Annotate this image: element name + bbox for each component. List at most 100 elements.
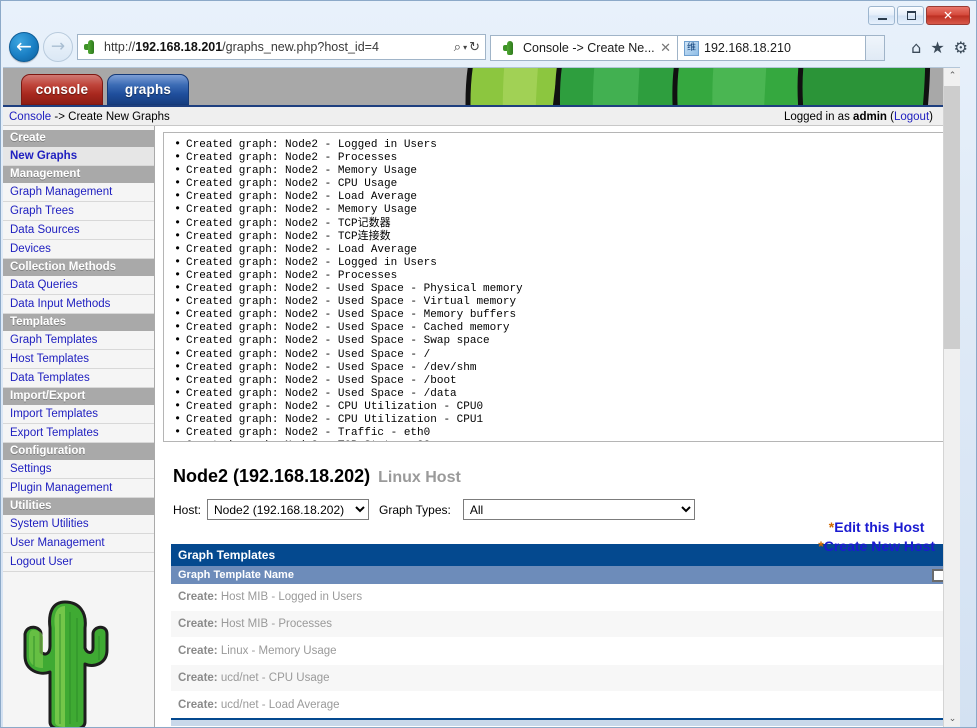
page-viewport: console graphs Console -> Create New Gra… <box>3 67 960 727</box>
table-row[interactable]: Create: ucd/net - CPU Usage <box>171 664 953 692</box>
browser-tab-console[interactable]: Console -> Create Ne... ✕ <box>490 35 678 61</box>
graph-template-name: ucd/net - CPU Usage <box>220 672 330 684</box>
list-item: Created graph: Node2 - Memory Usage <box>174 203 944 217</box>
sidebar-group-templates: Templates Graph Templates Host Templates… <box>3 314 154 388</box>
host-select[interactable]: Node2 (192.168.18.202) <box>207 499 370 520</box>
minimize-button[interactable] <box>868 6 895 25</box>
list-item: Created graph: Node2 - CPU Utilization -… <box>174 413 944 427</box>
created-graphs-list: Created graph: Node2 - Logged in Users C… <box>164 138 944 441</box>
search-icon[interactable]: ⌕ <box>454 40 461 55</box>
list-item: Created graph: Node2 - Used Space - /dev… <box>174 361 944 375</box>
list-item: Created graph: Node2 - Used Space - / <box>174 347 944 362</box>
login-username: admin <box>853 111 887 123</box>
list-item: Created graph: Node2 - Traffic - eth0 <box>174 426 944 440</box>
list-item: Created graph: Node2 - Memory Usage <box>174 164 944 178</box>
sidebar-group-management: Management Graph Management Graph Trees … <box>3 166 154 259</box>
tab-close-icon[interactable]: ✕ <box>656 41 671 56</box>
sidebar-item-logout-user[interactable]: Logout User <box>3 553 154 572</box>
host-template-type: Linux Host <box>378 469 461 486</box>
cacti-tabs: console graphs <box>21 74 189 105</box>
sidebar-item-import-templates[interactable]: Import Templates <box>3 405 154 424</box>
logout-paren-close: ) <box>929 111 933 123</box>
close-button[interactable]: ✕ <box>926 6 970 25</box>
list-item: Created graph: Node2 - Used Space - Cach… <box>174 321 944 335</box>
sidebar-header-utilities: Utilities <box>3 498 154 515</box>
sidebar-item-plugin-management[interactable]: Plugin Management <box>3 479 154 498</box>
graph-types-label: Graph Types: <box>379 502 451 517</box>
graph-types-select[interactable]: All <box>462 499 695 520</box>
breadcrumb-root-link[interactable]: Console <box>9 111 51 123</box>
browser-tab-wiki[interactable]: 维 192.168.18.210 <box>678 35 866 61</box>
sidebar-group-utilities: Utilities System Utilities User Manageme… <box>3 498 154 572</box>
graph-template-name: Host MIB - Processes <box>220 618 333 630</box>
table-footer-row <box>171 718 953 726</box>
table-row[interactable]: Create: ucd/net - Load Average <box>171 691 953 720</box>
table-row[interactable]: Create: Host MIB - Processes <box>171 610 953 638</box>
sidebar-item-data-input-methods[interactable]: Data Input Methods <box>3 295 154 314</box>
new-tab-button[interactable] <box>866 35 885 61</box>
sidebar-group-import-export: Import/Export Import Templates Export Te… <box>3 388 154 443</box>
sidebar-item-export-templates[interactable]: Export Templates <box>3 424 154 443</box>
tab-console[interactable]: console <box>21 74 103 105</box>
scroll-down-arrow-icon[interactable]: ⌄ <box>944 711 960 727</box>
sidebar-header-management: Management <box>3 166 154 183</box>
browser-toolbar-icons: ⌂ ★ ⚙ <box>911 38 968 57</box>
sidebar-item-user-management[interactable]: User Management <box>3 534 154 553</box>
create-new-host-link[interactable]: Create New Host <box>824 538 935 554</box>
chevron-down-icon[interactable]: ▾ <box>463 43 467 52</box>
sidebar-header-configuration: Configuration <box>3 443 154 460</box>
tab-graphs[interactable]: graphs <box>107 74 189 105</box>
host-select-label: Host: <box>173 502 202 517</box>
table-row[interactable]: Create: Linux - Memory Usage <box>171 637 953 665</box>
sidebar-item-graph-templates[interactable]: Graph Templates <box>3 331 154 350</box>
forward-button[interactable]: → <box>43 32 73 62</box>
scrollbar-thumb[interactable] <box>944 86 960 349</box>
address-bar[interactable]: http://192.168.18.201/graphs_new.php?hos… <box>77 34 486 60</box>
host-title: Node2 (192.168.18.202) <box>173 466 371 486</box>
gear-icon[interactable]: ⚙ <box>954 38 968 57</box>
create-prefix: Create: <box>178 672 218 684</box>
table-row[interactable]: Create: Host MIB - Logged in Users <box>171 584 953 611</box>
maximize-button[interactable] <box>897 6 924 25</box>
sidebar-item-graph-management[interactable]: Graph Management <box>3 183 154 202</box>
main-content: Created graph: Node2 - Logged in Users C… <box>155 126 953 727</box>
list-item: Created graph: Node2 - Used Space - /boo… <box>174 374 944 388</box>
edit-this-host-link[interactable]: Edit this Host <box>834 519 924 535</box>
page-scrollbar[interactable]: ⌃ ⌄ <box>943 68 960 727</box>
sidebar-group-collection-methods: Collection Methods Data Queries Data Inp… <box>3 259 154 314</box>
column-header-graph-template-name: Graph Template Name <box>171 566 923 584</box>
sidebar-item-host-templates[interactable]: Host Templates <box>3 350 154 369</box>
home-icon[interactable]: ⌂ <box>911 38 921 57</box>
forward-arrow-icon: → <box>50 36 66 57</box>
sidebar-item-data-queries[interactable]: Data Queries <box>3 276 154 295</box>
tab-strip: Console -> Create Ne... ✕ 维 192.168.18.2… <box>490 34 885 61</box>
graph-template-name: ucd/net - Load Average <box>220 699 340 711</box>
refresh-icon[interactable]: ↻ <box>469 40 480 55</box>
list-item: Created graph: Node2 - TCP State - 22 <box>174 439 944 441</box>
favorites-star-icon[interactable]: ★ <box>930 38 944 57</box>
create-prefix: Create: <box>178 645 218 657</box>
sidebar-item-graph-trees[interactable]: Graph Trees <box>3 202 154 221</box>
sidebar-item-new-graphs[interactable]: New Graphs <box>3 147 154 166</box>
sidebar-item-settings[interactable]: Settings <box>3 460 154 479</box>
graph-template-name: Linux - Memory Usage <box>220 645 337 657</box>
url-text: http://192.168.18.201/graphs_new.php?hos… <box>104 40 379 54</box>
logout-link[interactable]: Logout <box>894 111 929 123</box>
created-graphs-panel: Created graph: Node2 - Logged in Users C… <box>163 132 945 442</box>
back-button[interactable]: ← <box>9 32 39 62</box>
graph-template-cell: Create: ucd/net - CPU Usage <box>171 664 953 692</box>
create-prefix: Create: <box>178 618 218 630</box>
cactus-logo <box>3 594 154 727</box>
list-item: Created graph: Node2 - Used Space - Phys… <box>174 282 944 296</box>
scroll-up-arrow-icon[interactable]: ⌃ <box>944 68 960 85</box>
sidebar-item-data-sources[interactable]: Data Sources <box>3 221 154 240</box>
page-columns: Create New Graphs Management Graph Manag… <box>3 126 953 727</box>
sidebar-item-devices[interactable]: Devices <box>3 240 154 259</box>
list-item: Created graph: Node2 - Logged in Users <box>174 256 944 270</box>
host-action-links: *Edit this Host *Create New Host <box>818 518 935 556</box>
login-prefix: Logged in as <box>783 111 850 123</box>
browser-tab-title: 192.168.18.210 <box>704 41 791 55</box>
sidebar-item-system-utilities[interactable]: System Utilities <box>3 515 154 534</box>
sidebar-item-data-templates[interactable]: Data Templates <box>3 369 154 388</box>
list-item: Created graph: Node2 - CPU Utilization -… <box>174 400 944 414</box>
